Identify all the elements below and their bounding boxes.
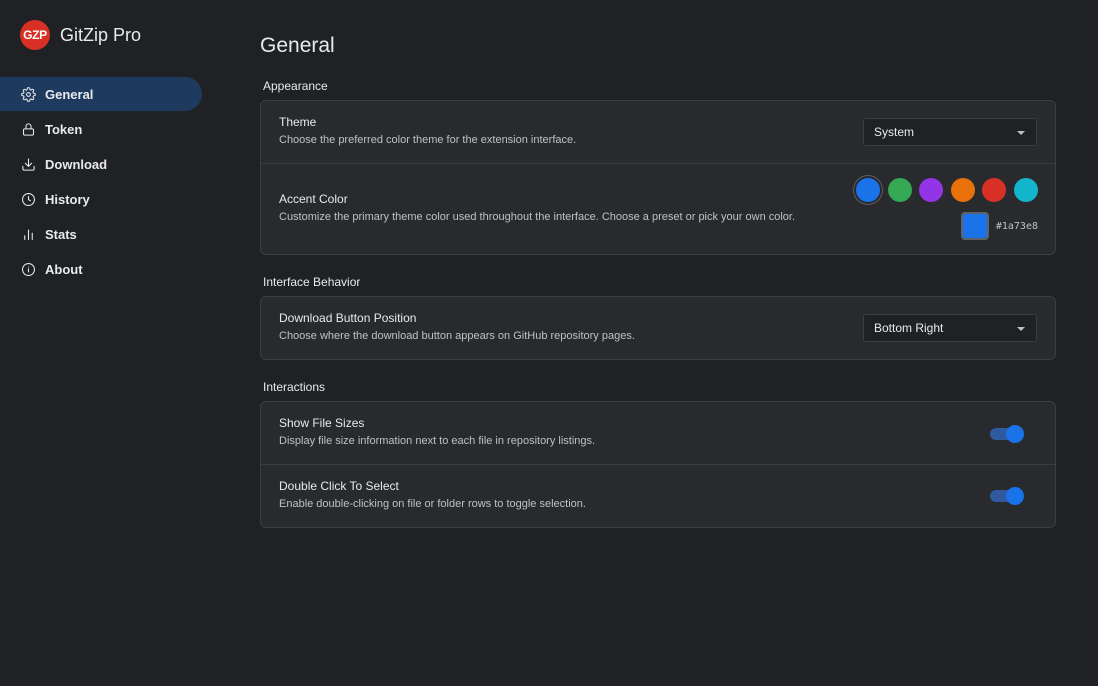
sidebar-item-stats[interactable]: Stats	[0, 217, 202, 251]
setting-theme: Theme Choose the preferred color theme f…	[261, 101, 1055, 164]
sidebar-item-token[interactable]: Token	[0, 112, 202, 146]
page-title: General	[260, 34, 335, 57]
appearance-card: Theme Choose the preferred color theme f…	[260, 100, 1056, 255]
accent-color-swatches	[848, 178, 1038, 202]
show-file-sizes-toggle[interactable]	[990, 425, 1024, 443]
setting-title: Show File Sizes	[279, 416, 365, 430]
brand: GZP GitZip Pro	[20, 20, 141, 50]
sidebar: GZP GitZip Pro General Token Download Hi…	[0, 0, 220, 686]
sidebar-item-label: General	[45, 86, 94, 102]
setting-show-file-sizes: Show File Sizes Display file size inform…	[261, 402, 1055, 465]
lock-icon	[20, 121, 36, 137]
section-title-appearance: Appearance	[263, 79, 328, 93]
info-icon	[20, 261, 36, 277]
download-position-select[interactable]: Bottom Right	[863, 314, 1037, 342]
setting-title: Double Click To Select	[279, 479, 399, 493]
download-position-select-value: Bottom Right	[874, 321, 944, 335]
setting-description: Choose the preferred color theme for the…	[279, 134, 577, 146]
gear-icon	[20, 86, 36, 102]
chevron-down-icon	[1017, 131, 1025, 135]
sidebar-item-history[interactable]: History	[0, 182, 202, 216]
setting-description: Display file size information next to ea…	[279, 435, 596, 447]
sidebar-item-label: Token	[45, 121, 83, 137]
chevron-down-icon	[1017, 327, 1025, 331]
setting-double-click-to-select: Double Click To Select Enable double-cli…	[261, 465, 1055, 527]
setting-title: Theme	[279, 115, 317, 129]
setting-description: Enable double-clicking on file or folder…	[279, 498, 586, 510]
sidebar-item-general[interactable]: General	[0, 77, 202, 111]
app-logo: GZP	[20, 20, 50, 50]
sidebar-item-about[interactable]: About	[0, 252, 202, 286]
swatch-purple[interactable]	[919, 178, 944, 202]
interactions-card: Show File Sizes Display file size inform…	[260, 401, 1056, 528]
sidebar-item-label: About	[45, 261, 83, 277]
swatch-green[interactable]	[887, 178, 912, 202]
setting-title: Download Button Position	[279, 311, 417, 325]
sidebar-item-label: Stats	[45, 226, 77, 242]
toggle-knob	[1006, 425, 1024, 443]
setting-title: Accent Color	[279, 192, 348, 206]
clock-icon	[20, 191, 36, 207]
sidebar-item-label: Download	[45, 156, 108, 172]
app-name: GitZip Pro	[60, 24, 142, 45]
interface-behavior-card: Download Button Position Choose where th…	[260, 296, 1056, 360]
theme-select-value: System	[874, 125, 915, 139]
custom-color-picker: #1a73e8	[960, 212, 1038, 240]
double-click-to-select-toggle[interactable]	[990, 487, 1024, 505]
color-picker-button[interactable]	[960, 212, 989, 240]
toggle-knob	[1006, 487, 1024, 505]
setting-description: Customize the primary theme color used t…	[279, 211, 796, 223]
swatch-orange[interactable]	[950, 178, 975, 202]
theme-select[interactable]: System	[863, 118, 1037, 146]
swatch-blue[interactable]	[856, 178, 881, 202]
section-title-interactions: Interactions	[263, 380, 326, 394]
bar-chart-icon	[20, 226, 36, 242]
sidebar-item-download[interactable]: Download	[0, 147, 202, 181]
section-title-interface-behavior: Interface Behavior	[263, 275, 361, 289]
swatch-red[interactable]	[982, 178, 1007, 202]
swatch-cyan[interactable]	[1014, 178, 1038, 202]
setting-download-button-position: Download Button Position Choose where th…	[261, 297, 1055, 359]
setting-accent-color: Accent Color Customize the primary theme…	[261, 164, 1055, 254]
setting-description: Choose where the download button appears…	[279, 330, 635, 342]
sidebar-item-label: History	[45, 191, 90, 207]
color-hex-value: #1a73e8	[995, 220, 1038, 232]
sidebar-nav: General Token Download History Stats Abo…	[0, 77, 220, 287]
download-icon	[20, 156, 36, 172]
